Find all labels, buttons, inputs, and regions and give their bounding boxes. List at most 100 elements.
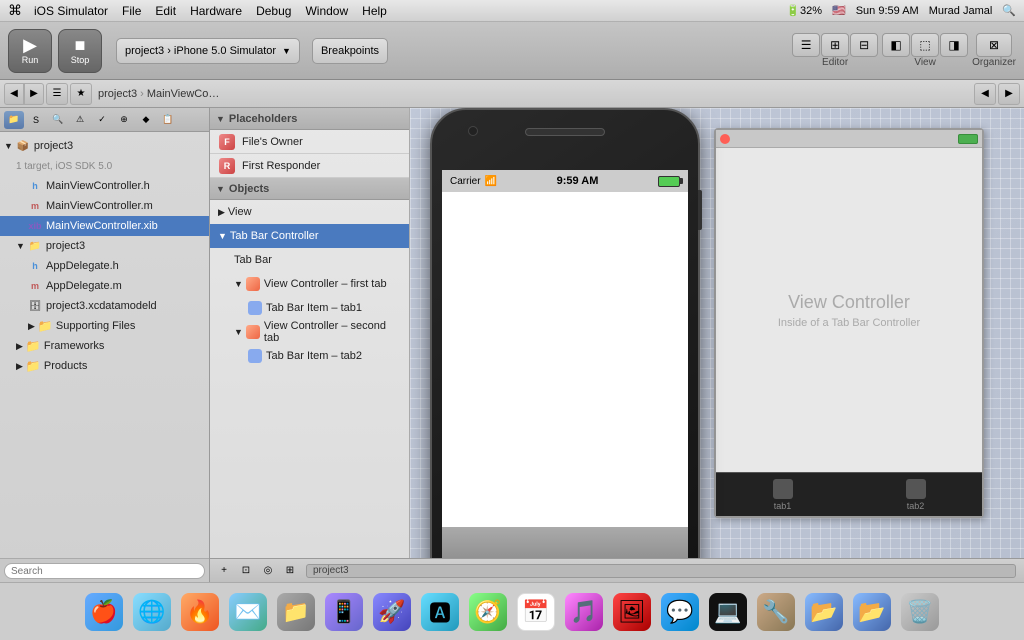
nav-frameworks[interactable]: ▶ 📁 Frameworks [0,336,209,356]
menu-debug[interactable]: Debug [256,4,291,18]
ib-device-close-btn[interactable] [720,134,730,144]
dock-photo[interactable]: 🖼 [610,590,654,634]
dock-safari[interactable]: 🧭 [466,590,510,634]
ib-tab1[interactable]: tab1 [716,473,849,516]
dock-browser[interactable]: 🌐 [130,590,174,634]
dock-music[interactable]: 🎵 [562,590,606,634]
nav-supporting-files[interactable]: ▶ 📁 Supporting Files [0,316,209,336]
breadcrumb-project[interactable]: project3 [98,88,137,100]
phone-status-bar: Carrier 📶 9:59 AM [442,170,688,192]
nav-mainviewcontroller-h[interactable]: h MainViewController.h [0,176,209,196]
nav-issues-btn[interactable]: ⚠ [70,111,90,129]
vc2-label: View Controller – second tab [264,320,401,344]
files-owner-item[interactable]: F File's Owner [210,130,409,154]
nav-search-input[interactable] [4,563,205,579]
view-controller-first-item[interactable]: ▼ View Controller – first tab [210,272,409,296]
app-name[interactable]: iOS Simulator [34,4,108,18]
ib-view-controller-label: View Controller [788,292,910,313]
dock-files[interactable]: 📁 [274,590,318,634]
breakpoints-button[interactable]: Breakpoints [312,38,388,64]
phone-screen: Carrier 📶 9:59 AM [442,170,688,558]
standard-editor-btn[interactable]: ☰ [792,33,820,57]
tab-bar-item-tab2[interactable]: Tab Bar Item – tab2 [210,344,409,368]
menu-edit[interactable]: Edit [155,4,176,18]
menu-file[interactable]: File [122,4,141,18]
tab-bar-item[interactable]: Tab Bar [210,248,409,272]
menu-help[interactable]: Help [362,4,387,18]
fold-btn[interactable]: ◀ [974,83,996,105]
dock-terminal[interactable]: 💻 [706,590,750,634]
first-responder-item[interactable]: R First Responder [210,154,409,178]
organizer-btn[interactable]: ⊠ [976,33,1012,57]
phone-speaker [525,128,605,136]
debug-view-btn[interactable]: ⬚ [911,33,939,57]
nav-forward-btn[interactable]: ▶ [24,83,44,105]
nav-appdelegate-m[interactable]: m AppDelegate.m [0,276,209,296]
menu-hardware[interactable]: Hardware [190,4,242,18]
nav-xcdatamodeld[interactable]: 🗄 project3.xcdatamodeld [0,296,209,316]
dock-app-store[interactable]: 🅰 [418,590,462,634]
bottom-view-btn[interactable]: ⊡ [236,562,256,580]
scheme-selector[interactable]: project3 › iPhone 5.0 Simulator ▼ [116,38,300,64]
view-item[interactable]: ▶ View [210,200,409,224]
nav-breakpoints-btn[interactable]: ◆ [136,111,156,129]
dock-mail[interactable]: ✉️ [226,590,270,634]
first-responder-label: First Responder [242,160,320,172]
nav-search-btn[interactable]: 🔍 [48,111,68,129]
dock-finder[interactable]: 🍎 [82,590,126,634]
canvas-area[interactable]: Carrier 📶 9:59 AM [410,108,1024,558]
nav-file-btn[interactable]: 📁 [4,111,24,129]
nav-log-btn[interactable]: 📋 [158,111,178,129]
nav-appdelegate-h-label: AppDelegate.h [46,260,119,272]
nav-mainviewcontroller-xib[interactable]: xib MainViewController.xib [0,216,209,236]
nav-project3-subgroup[interactable]: ▼ 📁 project3 [0,236,209,256]
secondary-toolbar-right: ◀ ▶ [974,83,1020,105]
view-controller-second-item[interactable]: ▼ View Controller – second tab [210,320,409,344]
nav-back-btn[interactable]: ◀ [4,83,24,105]
nav-debug-btn[interactable]: ⊕ [114,111,134,129]
tab-bar-item-tab1[interactable]: Tab Bar Item – tab1 [210,296,409,320]
dock-ios-sim[interactable]: 📱 [322,590,366,634]
run-button[interactable]: ▶ Run [8,29,52,73]
bottom-add-btn[interactable]: + [214,562,234,580]
unfold-btn[interactable]: ▶ [998,83,1020,105]
nav-products[interactable]: ▶ 📁 Products [0,356,209,376]
h-file-icon: h [28,179,42,193]
first-responder-icon: R [218,157,236,175]
menu-window[interactable]: Window [305,4,348,18]
version-editor-btn[interactable]: ⊟ [850,33,878,57]
bottom-zoom-btn[interactable]: ◎ [258,562,278,580]
ib-tab2[interactable]: tab2 [849,473,982,516]
dock-trash[interactable]: 🗑️ [898,590,942,634]
nav-project3-root[interactable]: ▼ 📦 project3 [0,136,209,156]
nav-symbol-btn[interactable]: S [26,111,46,129]
bottom-grid-btn[interactable]: ⊞ [280,562,300,580]
main-content: 📁 S 🔍 ⚠ ✓ ⊕ ◆ 📋 ▼ 📦 project3 1 target, i… [0,108,1024,582]
nav-appdelegate-h[interactable]: h AppDelegate.h [0,256,209,276]
nav-mainviewcontroller-m[interactable]: m MainViewController.m [0,196,209,216]
stop-button[interactable]: ■ Stop [58,29,102,73]
dock-folder2[interactable]: 📂 [850,590,894,634]
dock-rocket[interactable]: 🚀 [370,590,414,634]
view-buttons: ◧ ⬚ ◨ [882,33,968,57]
dock-tools[interactable]: 🔧 [754,590,798,634]
apple-menu[interactable]: ⌘ [8,2,22,19]
phone-time: 9:59 AM [557,175,599,187]
tab-bar-controller-item[interactable]: ▼ Tab Bar Controller [210,224,409,248]
dock-skype[interactable]: 💬 [658,590,702,634]
assistant-editor-btn[interactable]: ⊞ [821,33,849,57]
tools-icon: 🔧 [757,593,795,631]
calendar-icon: 📅 [517,593,555,631]
ib-device: View Controller Inside of a Tab Bar Cont… [714,128,984,518]
nav-list-btn[interactable]: ☰ [46,83,68,105]
util-view-btn[interactable]: ◨ [940,33,968,57]
project-icon: 📦 [16,139,30,153]
dock-calendar[interactable]: 📅 [514,590,558,634]
nav-view-btn[interactable]: ◧ [882,33,910,57]
dock-firefox[interactable]: 🔥 [178,590,222,634]
search-icon[interactable]: 🔍 [1002,4,1016,17]
dock-folder1[interactable]: 📂 [802,590,846,634]
breadcrumb-file[interactable]: MainViewCo… [147,88,220,100]
nav-test-btn[interactable]: ✓ [92,111,112,129]
nav-bookmark-btn[interactable]: ★ [70,83,92,105]
